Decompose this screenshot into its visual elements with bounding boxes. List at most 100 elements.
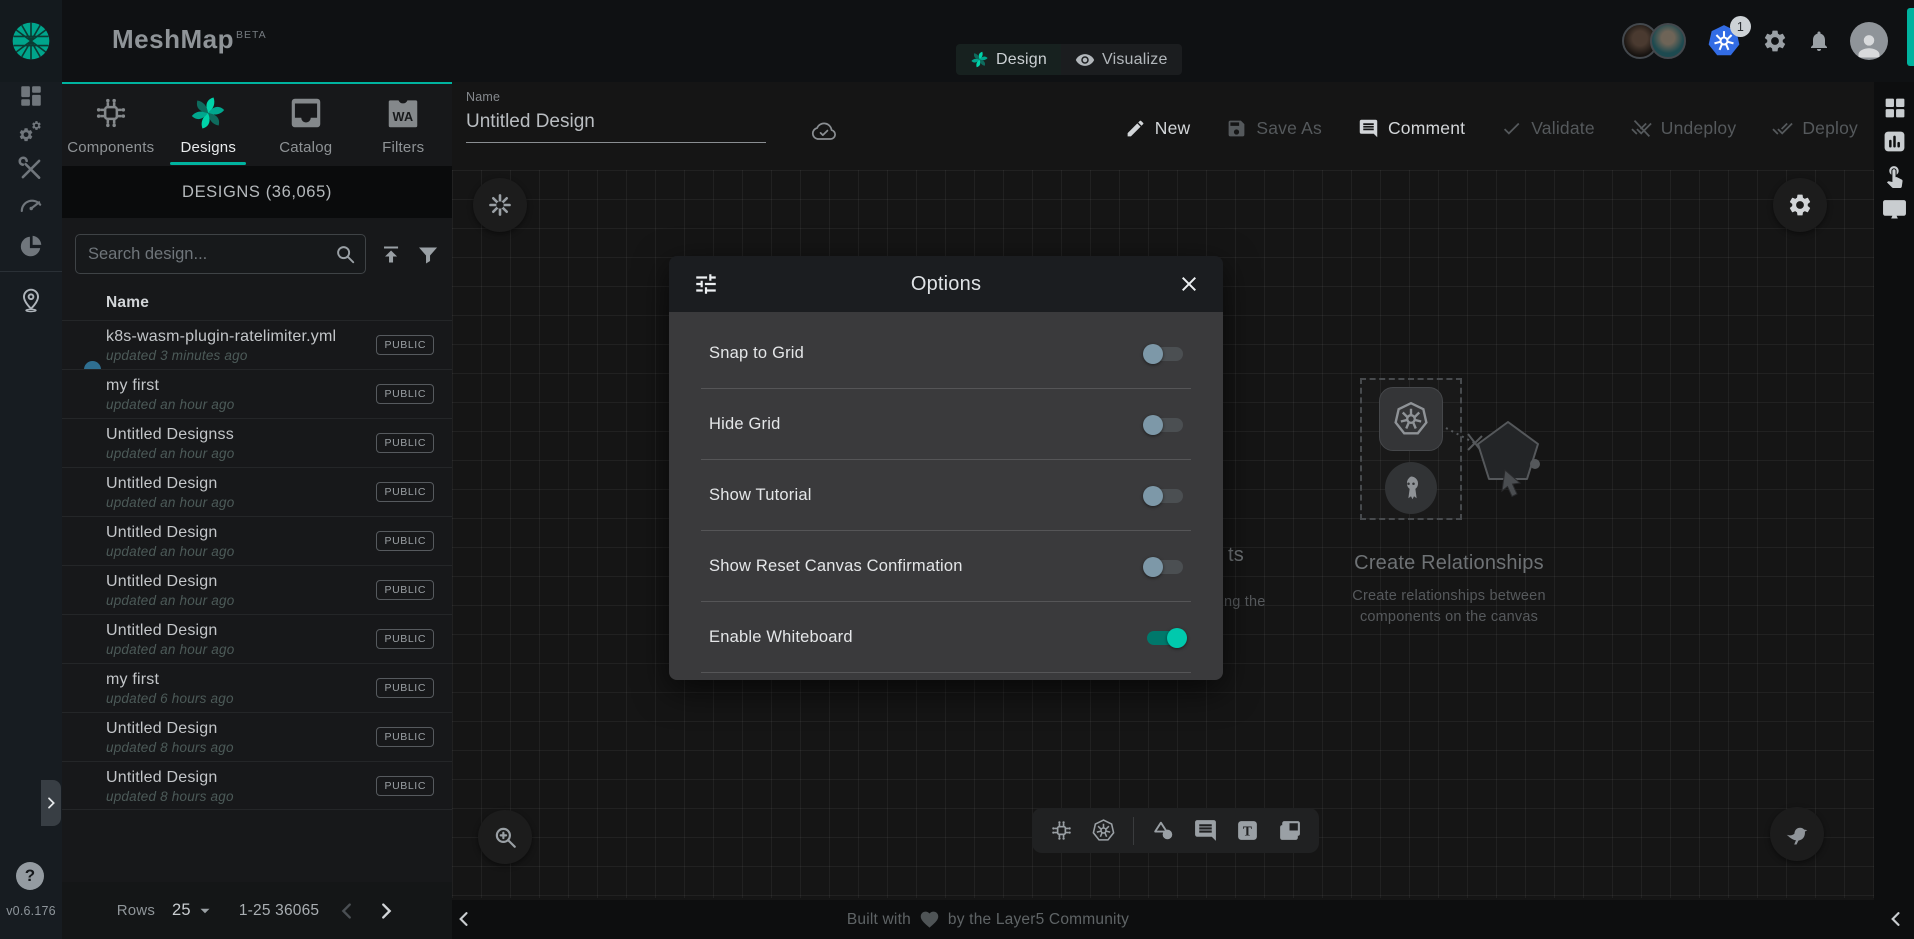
comment-button[interactable]: Comment [1358,118,1465,139]
design-row[interactable]: my first updated an hour ago PUBLIC [62,369,452,418]
search-icon[interactable] [334,243,356,265]
double-check-icon [1772,118,1793,139]
kubernetes-helm-icon[interactable] [1091,818,1116,843]
visibility-badge: PUBLIC [376,531,434,551]
rail-divider [0,271,62,272]
design-name: my first [106,377,372,395]
comment-icon[interactable] [1193,818,1218,843]
notifications-button[interactable] [1807,29,1831,53]
design-updated: updated an hour ago [106,446,372,461]
setting-row-enable-whiteboard: Enable Whiteboard [701,602,1191,673]
catalog-drawer-icon [287,94,325,132]
design-name-input[interactable] [466,104,766,143]
comment-icon [1358,118,1379,139]
design-row[interactable]: k8s-wasm-plugin-ratelimiter.yml updated … [62,320,452,369]
design-row[interactable]: Untitled Designss updated an hour ago PU… [62,418,452,467]
snap-to-grid-toggle[interactable] [1143,342,1187,366]
next-page-button[interactable] [375,900,397,922]
design-name: Untitled Design [106,475,372,493]
visibility-badge: PUBLIC [376,433,434,453]
help-button[interactable]: ? [16,862,44,890]
mesh-flower-button[interactable] [473,178,527,232]
check-icon [1501,118,1522,139]
undeploy-button[interactable]: Undeploy [1631,118,1737,139]
design-row[interactable]: Untitled Design updated an hour ago PUBL… [62,467,452,516]
design-row[interactable]: Untitled Design updated an hour ago PUBL… [62,516,452,565]
setting-label: Snap to Grid [709,344,804,363]
setting-label: Show Tutorial [709,486,812,505]
tab-design[interactable]: Design [956,44,1061,75]
hint-squid-tile [1385,462,1437,514]
dove-icon [1783,820,1811,848]
tab-label: Filters [382,139,424,156]
options-modal-header: Options [669,256,1223,312]
meshmap-pin-icon[interactable] [18,287,44,313]
close-icon[interactable] [1177,272,1201,296]
design-row[interactable]: Untitled Design updated an hour ago PUBL… [62,565,452,614]
extensions-pie-icon[interactable] [18,233,44,259]
setting-row-reset-confirmation: Show Reset Canvas Confirmation [701,531,1191,602]
shapes-icon[interactable] [1151,818,1176,843]
setting-row-snap-to-grid: Snap to Grid [701,318,1191,389]
kubernetes-context-button[interactable]: 1 [1705,22,1743,60]
components-drawer-icon[interactable] [1882,95,1907,120]
collaborator-avatar[interactable] [1650,23,1686,59]
chart-panel-icon[interactable] [1882,129,1907,154]
pagination-range: 1-25 36065 [239,902,319,920]
layer5-logo[interactable] [0,0,62,82]
design-row[interactable]: Untitled Design updated 8 hours ago PUBL… [62,761,452,810]
design-name: my first [106,671,372,689]
rail-expand-button[interactable] [41,780,61,826]
rows-per-page-select[interactable]: 25 [172,901,214,920]
previous-page-button[interactable] [336,900,358,922]
kubernetes-helm-icon [1392,400,1430,438]
deploy-button[interactable]: Deploy [1772,118,1858,139]
reset-canvas-confirmation-toggle[interactable] [1143,555,1187,579]
design-row[interactable]: Untitled Design updated an hour ago PUBL… [62,614,452,663]
components-circuit-icon[interactable] [1049,818,1074,843]
filter-funnel-icon[interactable] [416,242,440,267]
import-design-icon[interactable] [379,242,403,267]
visibility-badge: PUBLIC [376,335,434,355]
tab-visualize[interactable]: Visualize [1061,44,1182,75]
design-updated: updated an hour ago [106,397,372,412]
hint-card-subtitle: Create relationships betweencomponents o… [1289,586,1609,628]
monitor-icon[interactable] [1882,197,1907,222]
new-button[interactable]: New [1125,118,1191,139]
hide-grid-toggle[interactable] [1143,413,1187,437]
visibility-badge: PUBLIC [376,384,434,404]
visibility-badge: PUBLIC [376,580,434,600]
chevron-down-icon [196,902,214,920]
tab-label: Catalog [279,139,332,156]
validate-button[interactable]: Validate [1501,118,1595,139]
dashboard-icon[interactable] [18,83,44,109]
right-drawer-edge[interactable] [1907,8,1914,66]
settings-button[interactable] [1762,28,1788,54]
app-title: MeshMapBETA [112,24,267,55]
designs-panel: Components Designs Catalog Filters DESIG… [62,82,452,939]
show-tutorial-toggle[interactable] [1143,484,1187,508]
tab-designs[interactable]: Designs [160,84,258,166]
design-search-input[interactable] [75,234,366,274]
lifecycle-gears-icon[interactable] [18,119,44,145]
touch-actions-icon[interactable] [1882,163,1907,188]
eye-icon [1075,50,1095,70]
configuration-tools-icon[interactable] [18,156,44,182]
design-name: k8s-wasm-plugin-ratelimiter.yml [106,328,372,346]
canvas-options-button[interactable] [1773,178,1827,232]
tab-components[interactable]: Components [62,84,160,166]
user-avatar[interactable] [1850,22,1888,60]
design-row[interactable]: Untitled Design updated 8 hours ago PUBL… [62,712,452,761]
tab-filters[interactable]: Filters [355,84,453,166]
save-as-button[interactable]: Save As [1226,118,1322,139]
performance-gauge-icon[interactable] [18,192,44,218]
tab-catalog[interactable]: Catalog [257,84,355,166]
wasm-filters-icon [384,94,422,132]
media-tool-icon[interactable] [1277,818,1302,843]
text-tool-icon[interactable] [1235,818,1260,843]
design-row[interactable]: my first updated 6 hours ago PUBLIC [62,663,452,712]
enable-whiteboard-toggle[interactable] [1143,626,1187,650]
zoom-button[interactable] [478,810,532,864]
dove-button[interactable] [1770,807,1824,861]
expand-right-panel-icon[interactable] [1886,909,1906,929]
